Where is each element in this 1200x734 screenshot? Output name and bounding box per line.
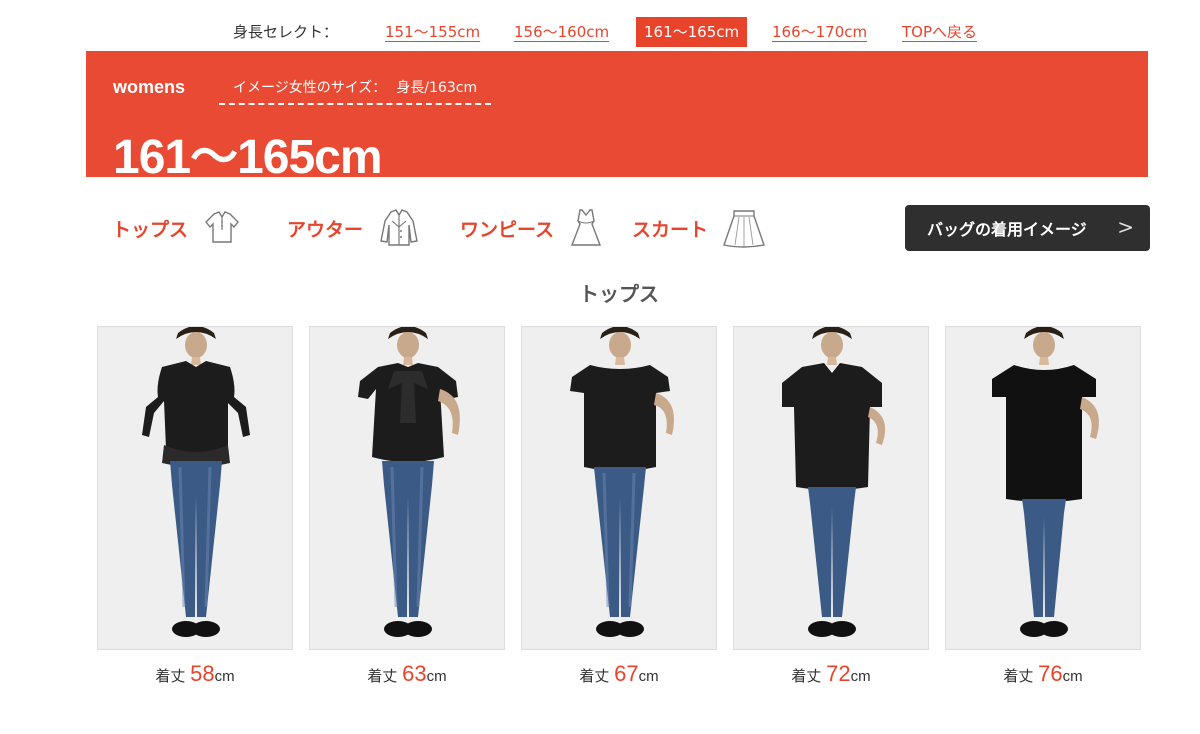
length-label: 着丈 [155, 667, 186, 685]
length-label: 着丈 [1003, 667, 1034, 685]
product-card[interactable]: 着丈 72cm [733, 326, 929, 686]
length-caption: 着丈 72cm [733, 661, 929, 687]
length-value: 63 [402, 661, 427, 686]
dress-icon [571, 209, 602, 246]
nav-link-166-170[interactable]: 166〜170cm [772, 21, 867, 42]
category-label: トップス [112, 218, 189, 241]
nav-link-161-165[interactable]: 161〜165cm [636, 17, 748, 47]
nav-link-151-155[interactable]: 151〜155cm [385, 21, 480, 42]
category-label: スカート [632, 218, 709, 241]
blouse-icon [205, 211, 239, 243]
length-value: 58 [190, 661, 215, 686]
chevron-right-icon: > [1117, 215, 1134, 239]
category-onepiece[interactable]: ワンピース [460, 206, 604, 250]
product-card[interactable]: 着丈 76cm [945, 326, 1141, 686]
length-caption: 着丈 76cm [945, 661, 1141, 687]
nav-link-156-160[interactable]: 156〜160cm [514, 21, 609, 42]
product-card[interactable]: 着丈 63cm [309, 326, 505, 686]
header-banner: womens イメージ女性のサイズ： 身長/163cm 161〜165cm [86, 51, 1148, 184]
category-label: アウター [287, 218, 364, 241]
brand-label: womens [113, 77, 186, 97]
page-title: 161〜165cm [113, 131, 383, 184]
model-photo [945, 326, 1141, 650]
model-size-value: 身長/163cm [396, 80, 478, 96]
length-label: 着丈 [791, 667, 822, 685]
model-photo [733, 326, 929, 650]
category-skirt[interactable]: スカート [632, 206, 766, 250]
length-caption: 着丈 67cm [521, 661, 717, 687]
skirt-icon [723, 210, 765, 248]
category-tops[interactable]: トップス [112, 206, 242, 250]
length-caption: 着丈 63cm [309, 661, 505, 687]
length-unit: cm [1062, 668, 1083, 685]
model-photo [521, 326, 717, 650]
category-outer[interactable]: アウター [287, 206, 421, 250]
bag-image-button[interactable]: バッグの着用イメージ > [905, 205, 1150, 251]
bag-button-label: バッグの着用イメージ [927, 220, 1087, 239]
section-title: トップス [579, 282, 659, 306]
height-selector-nav: 身長セレクト： 151〜155cm 156〜160cm 161〜165cm 16… [0, 17, 1200, 48]
product-card[interactable]: 着丈 58cm [97, 326, 293, 686]
length-value: 67 [614, 661, 639, 686]
height-select-label: 身長セレクト： [233, 23, 339, 41]
length-unit: cm [426, 668, 447, 685]
model-size-note: イメージ女性のサイズ： 身長/163cm [219, 77, 492, 105]
nav-link-top[interactable]: TOPへ戻る [902, 21, 977, 42]
length-unit: cm [850, 668, 871, 685]
model-photo [97, 326, 293, 650]
length-caption: 着丈 58cm [97, 661, 293, 687]
product-card[interactable]: 着丈 67cm [521, 326, 717, 686]
length-unit: cm [638, 668, 659, 685]
model-size-label: イメージ女性のサイズ： [233, 80, 387, 96]
jacket-icon [380, 209, 418, 246]
length-value: 76 [1038, 661, 1063, 686]
length-label: 着丈 [579, 667, 610, 685]
length-unit: cm [214, 668, 235, 685]
model-photo [309, 326, 505, 650]
category-label: ワンピース [460, 218, 555, 241]
length-value: 72 [826, 661, 851, 686]
length-label: 着丈 [367, 667, 398, 685]
